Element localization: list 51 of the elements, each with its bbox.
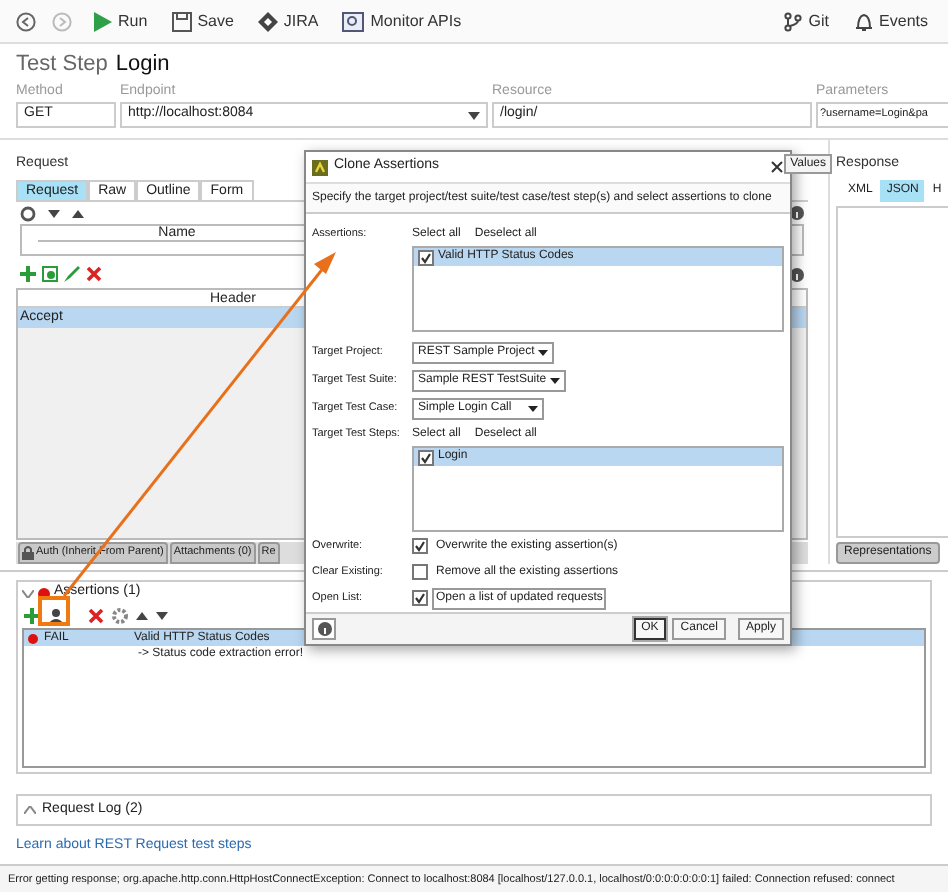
plus-icon[interactable]	[20, 266, 36, 282]
dropdown-arrow-icon[interactable]	[468, 111, 480, 119]
delete-icon[interactable]	[88, 608, 104, 624]
monitor-button[interactable]: Monitor APIs	[338, 9, 466, 33]
save-icon	[171, 11, 192, 31]
up-arrow-icon[interactable]	[136, 612, 148, 620]
copy-icon[interactable]	[42, 266, 58, 282]
branch-icon	[784, 11, 803, 31]
edit-icon[interactable]	[64, 266, 80, 282]
close-icon[interactable]	[770, 160, 784, 174]
expand-caret-icon[interactable]	[24, 806, 36, 814]
step-type-label: Test Step	[16, 50, 108, 80]
plus-icon[interactable]	[24, 608, 40, 624]
refresh-icon[interactable]	[20, 205, 36, 221]
checkbox[interactable]	[418, 249, 434, 265]
run-button[interactable]: Run	[88, 9, 152, 33]
user-icon[interactable]	[48, 608, 64, 624]
step-name: Login	[115, 50, 170, 80]
back-icon[interactable]	[16, 11, 36, 31]
collapse-caret-icon[interactable]	[22, 589, 34, 597]
checkbox[interactable]	[418, 449, 434, 465]
down-arrow-icon[interactable]	[156, 612, 168, 620]
dropdown-arrow-icon	[528, 406, 538, 412]
down-arrow-icon[interactable]	[48, 209, 60, 217]
dropdown-arrow-icon	[538, 350, 549, 356]
app-icon	[312, 159, 328, 175]
checkmark-icon	[420, 251, 432, 263]
status-dot-icon	[38, 587, 50, 599]
checkbox[interactable]	[412, 538, 428, 554]
bell-icon	[853, 11, 874, 31]
dropdown-arrow-icon	[550, 378, 561, 384]
lock-icon	[22, 546, 34, 560]
checkmark-icon	[414, 592, 426, 604]
status-dot-icon	[28, 633, 38, 643]
checkmark-icon	[414, 540, 426, 552]
jira-button[interactable]: JIRA	[253, 9, 323, 33]
events-button[interactable]: Events	[849, 9, 932, 33]
delete-icon[interactable]	[86, 266, 102, 282]
diamond-icon	[257, 11, 278, 31]
up-arrow-icon[interactable]	[72, 209, 84, 217]
info-button[interactable]	[312, 618, 336, 640]
git-button[interactable]: Git	[780, 9, 834, 33]
save-button[interactable]: Save	[167, 9, 238, 33]
checkbox[interactable]	[412, 564, 428, 580]
info-icon	[317, 622, 331, 636]
checkbox[interactable]	[412, 590, 428, 606]
checkmark-icon	[420, 451, 432, 463]
play-icon	[92, 11, 112, 31]
monitor-icon	[342, 11, 365, 31]
highlight-frame	[38, 596, 70, 626]
gear-icon[interactable]	[112, 608, 128, 624]
